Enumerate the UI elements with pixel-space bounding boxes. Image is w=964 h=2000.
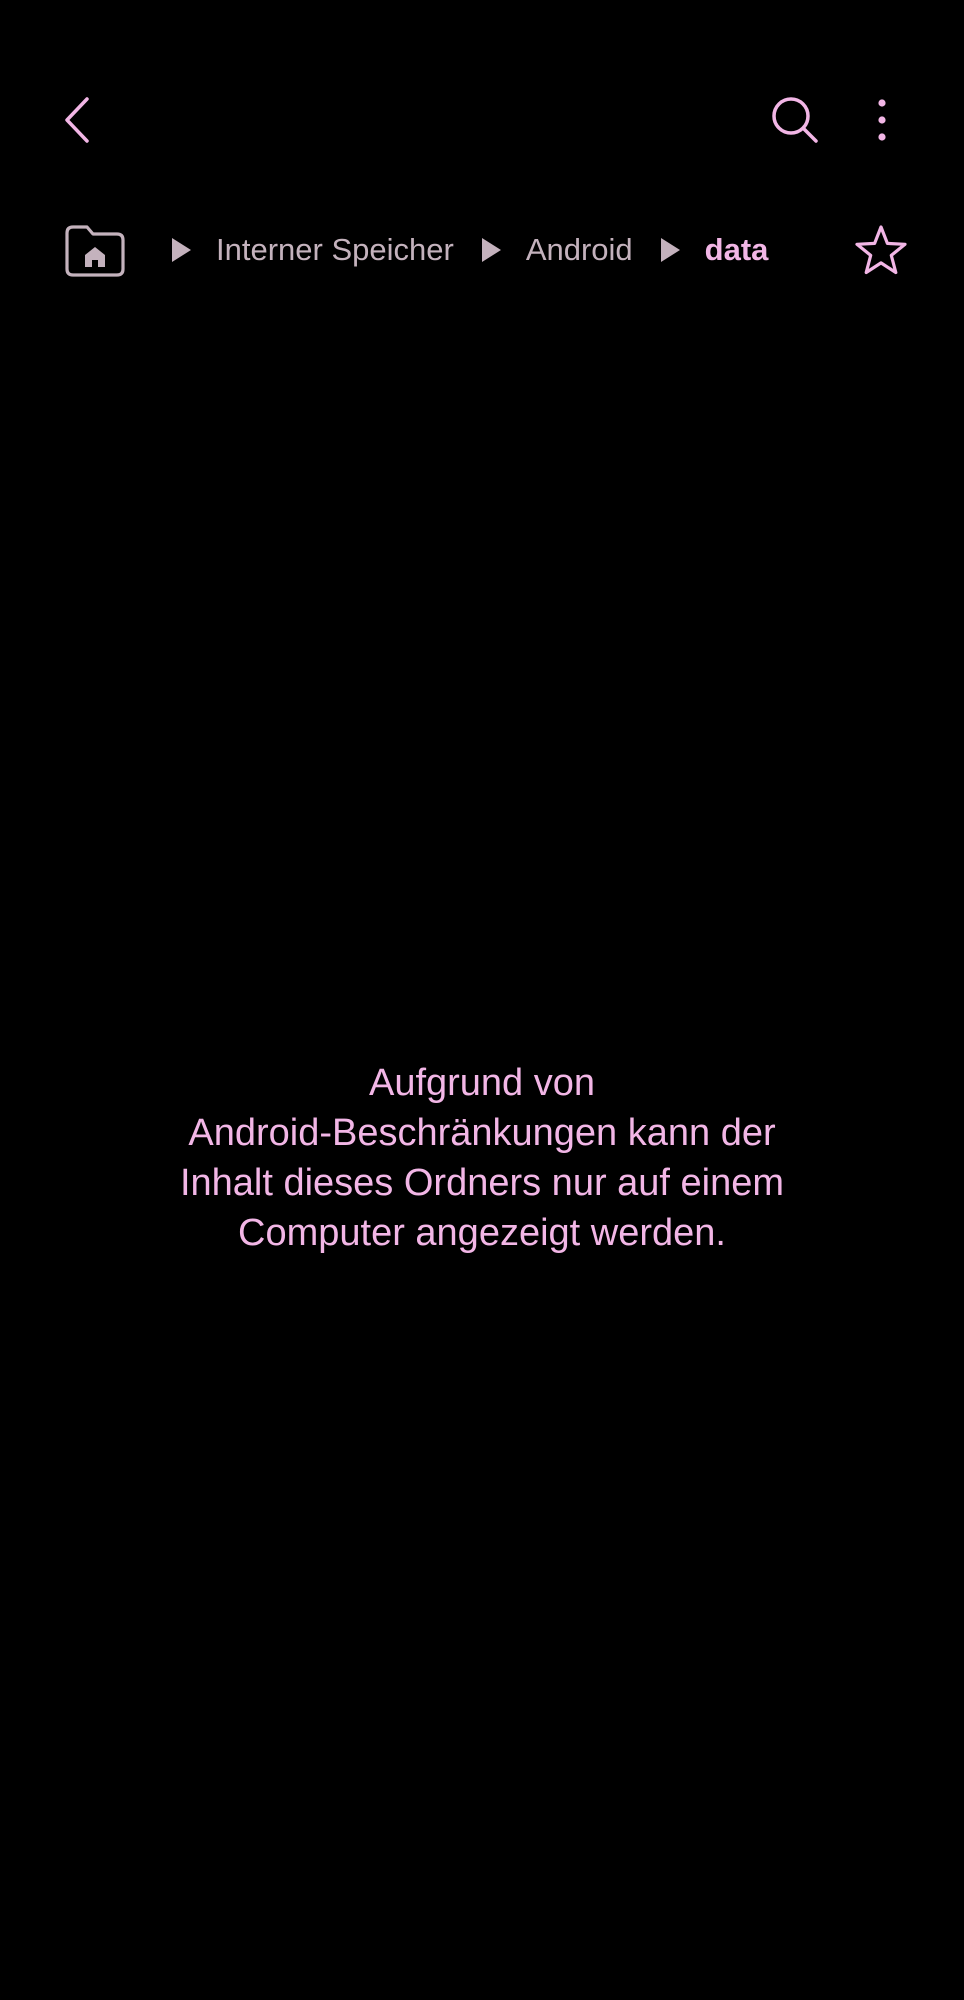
home-folder-icon <box>65 225 125 277</box>
breadcrumb-separator-icon <box>476 230 506 270</box>
home-folder-button[interactable] <box>60 220 130 280</box>
search-button[interactable] <box>760 80 830 160</box>
favorite-button[interactable] <box>848 215 914 285</box>
search-icon <box>772 97 818 143</box>
breadcrumb-separator-icon <box>655 230 685 270</box>
message-line: Computer angezeigt werden. <box>238 1212 726 1254</box>
message-line: Aufgrund von <box>368 1062 596 1104</box>
breadcrumb-separator-icon <box>166 230 196 270</box>
breadcrumb-item-internal-storage[interactable]: Interner Speicher <box>216 232 454 268</box>
message-line: Android-Beschränkungen kann der <box>188 1112 776 1154</box>
chevron-left-icon <box>65 97 89 143</box>
breadcrumb: Interner Speicher Android data <box>60 210 840 290</box>
breadcrumb-current-folder: data <box>704 232 769 267</box>
back-button[interactable] <box>48 80 108 160</box>
breadcrumb-item-android[interactable]: Android <box>526 232 633 268</box>
more-options-button[interactable] <box>850 80 914 160</box>
more-vertical-icon <box>878 99 886 141</box>
star-outline-icon <box>855 225 907 275</box>
restriction-message: Aufgrund von Android-Beschränkungen kann… <box>100 1058 864 1258</box>
message-line: Inhalt dieses Ordners nur auf einem <box>179 1162 785 1204</box>
